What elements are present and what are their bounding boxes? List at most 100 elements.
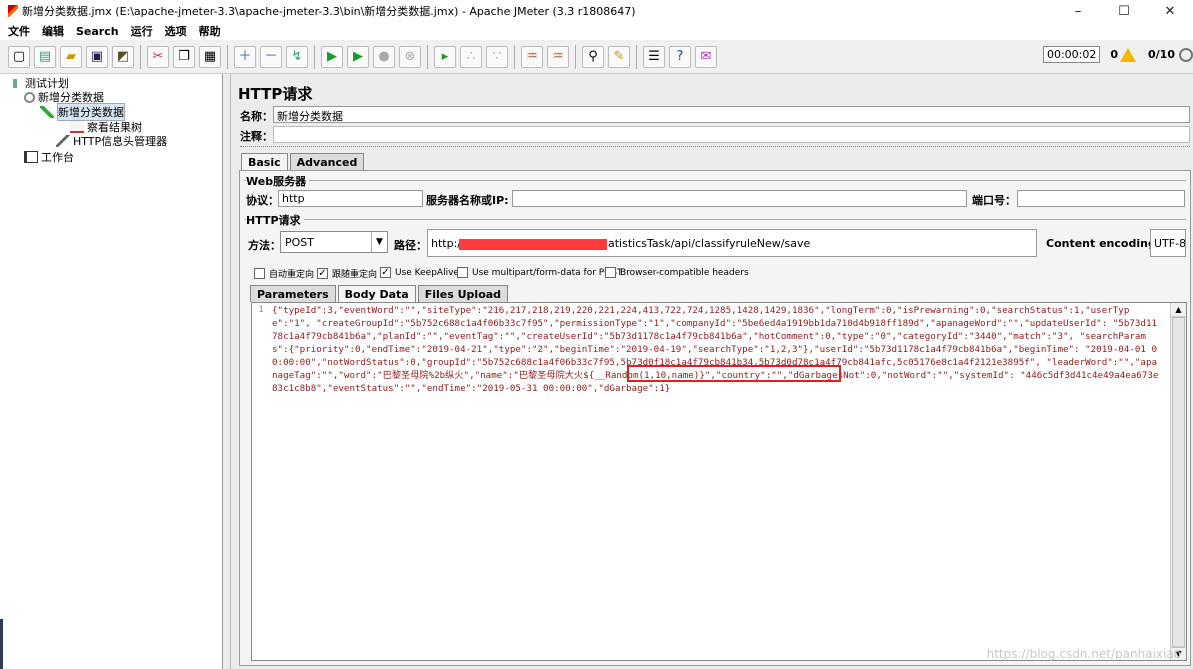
start-no-pause-icon[interactable]: ▶ bbox=[347, 45, 369, 68]
tree-item-thread-group[interactable]: 新增分类数据 bbox=[24, 90, 104, 104]
start-icon[interactable]: ▶ bbox=[321, 45, 343, 68]
path-label: 路径： bbox=[394, 239, 427, 252]
gear-icon bbox=[24, 91, 35, 103]
comment-label: 注释： bbox=[240, 130, 273, 143]
cut-icon[interactable]: ✂ bbox=[147, 45, 169, 68]
body-data-editor[interactable]: 1 {"typeId":3,"eventWord":"","siteType":… bbox=[251, 302, 1187, 661]
http-request-label: HTTP请求 bbox=[246, 212, 304, 228]
path-suffix: atisticsTask/api/classifyruleNew/save bbox=[608, 237, 811, 250]
comment-divider bbox=[240, 146, 1190, 147]
port-field[interactable] bbox=[1017, 190, 1185, 207]
browser-headers-checkbox[interactable]: Browser-compatible headers bbox=[605, 267, 749, 278]
checkmark-icon: ✓ bbox=[380, 267, 391, 278]
flask-icon bbox=[8, 77, 22, 89]
save-as-icon[interactable]: ◩ bbox=[112, 45, 134, 68]
log-viewer-icon[interactable]: ✉ bbox=[695, 45, 717, 68]
collapse-icon[interactable]: － bbox=[260, 45, 282, 68]
method-value: POST bbox=[285, 235, 314, 249]
paste-icon[interactable]: ▦ bbox=[199, 45, 221, 68]
toggle-icon[interactable]: ↯ bbox=[286, 45, 308, 68]
warning-icon[interactable] bbox=[1120, 47, 1137, 62]
menu-search[interactable]: Search bbox=[76, 25, 119, 38]
stop-icon[interactable]: ● bbox=[373, 45, 395, 68]
toolbar-divider bbox=[140, 44, 141, 69]
redaction-bar bbox=[459, 239, 607, 250]
toolbar-divider bbox=[227, 44, 228, 69]
method-select[interactable]: POST ▼ bbox=[280, 231, 388, 253]
tree-item-test-plan[interactable]: 测试计划 bbox=[8, 76, 69, 90]
chart-icon bbox=[70, 121, 84, 133]
name-label: 名称： bbox=[240, 110, 273, 123]
tab-basic[interactable]: Basic bbox=[241, 153, 288, 170]
tab-parameters[interactable]: Parameters bbox=[250, 285, 336, 302]
path-field[interactable]: http://a atisticsTask/api/classifyruleNe… bbox=[427, 229, 1037, 257]
method-label: 方法： bbox=[248, 239, 281, 252]
help-icon[interactable]: ? bbox=[669, 45, 691, 68]
menu-help[interactable]: 帮助 bbox=[199, 23, 221, 39]
save-icon[interactable]: ▣ bbox=[86, 45, 108, 68]
maximize-button[interactable]: ☐ bbox=[1101, 0, 1147, 22]
checkbox-box bbox=[457, 267, 468, 278]
multipart-checkbox[interactable]: Use multipart/form-data for POST bbox=[457, 267, 623, 278]
clear-all-icon[interactable]: ♒ bbox=[547, 45, 569, 68]
open-icon[interactable]: ▰ bbox=[60, 45, 82, 68]
window-title: 新增分类数据.jmx (E:\apache-jmeter-3.3\apache-… bbox=[22, 5, 636, 18]
sampler-editor: HTTP请求 名称： 新增分类数据 注释： Basic Advanced Web… bbox=[231, 74, 1193, 669]
page-title: HTTP请求 bbox=[238, 85, 313, 103]
tree-item-results-tree[interactable]: 察看结果树 bbox=[70, 120, 142, 134]
menu-run[interactable]: 运行 bbox=[131, 23, 153, 39]
tree-item-header-manager[interactable]: HTTP信息头管理器 bbox=[56, 134, 167, 148]
new-icon[interactable]: ▢ bbox=[8, 45, 30, 68]
scroll-up-icon[interactable]: ▲ bbox=[1171, 303, 1186, 317]
toolbar-divider bbox=[575, 44, 576, 69]
menu-file[interactable]: 文件 bbox=[8, 23, 30, 39]
shutdown-icon[interactable]: ⊗ bbox=[399, 45, 421, 68]
workbench-icon bbox=[24, 151, 38, 163]
checkmark-icon: ✓ bbox=[317, 268, 328, 279]
jmeter-feather-icon bbox=[8, 5, 18, 17]
body-tabs: Parameters Body Data Files Upload bbox=[250, 285, 510, 302]
search-icon[interactable]: ⚲ bbox=[582, 45, 604, 68]
remote-start-icon[interactable]: ▸ bbox=[434, 45, 456, 68]
reset-search-icon[interactable]: ✎ bbox=[608, 45, 630, 68]
copy-icon[interactable]: ❐ bbox=[173, 45, 195, 68]
clear-icon[interactable]: ♒ bbox=[521, 45, 543, 68]
function-helper-icon[interactable]: ☰ bbox=[643, 45, 665, 68]
window-titlebar: 新增分类数据.jmx (E:\apache-jmeter-3.3\apache-… bbox=[0, 0, 1193, 22]
elapsed-timer: 00:00:02 bbox=[1042, 46, 1101, 63]
tree-item-http-sampler[interactable]: 新增分类数据 bbox=[40, 103, 125, 121]
follow-redirect-checkbox[interactable]: ✓ 跟随重定向 bbox=[317, 267, 377, 280]
close-button[interactable]: ✕ bbox=[1147, 0, 1193, 22]
tree-item-workbench[interactable]: 工作台 bbox=[24, 150, 74, 164]
toolbar-divider bbox=[427, 44, 428, 69]
expand-icon[interactable]: ＋ bbox=[234, 45, 256, 68]
run-status: 00:00:02 0 0/10 bbox=[1042, 46, 1193, 63]
keepalive-checkbox[interactable]: ✓ Use KeepAlive bbox=[380, 267, 459, 278]
tab-body-data[interactable]: Body Data bbox=[337, 285, 416, 302]
protocol-field[interactable]: http bbox=[278, 190, 423, 207]
port-label: 端口号： bbox=[972, 194, 1016, 207]
templates-icon[interactable]: ▤ bbox=[34, 45, 56, 68]
name-field[interactable]: 新增分类数据 bbox=[273, 106, 1190, 123]
scroll-thumb[interactable] bbox=[1172, 317, 1185, 648]
protocol-label: 协议： bbox=[246, 194, 279, 207]
auto-redirect-checkbox[interactable]: 自动重定向 bbox=[254, 267, 314, 280]
remote-shutdown-icon[interactable]: ∵ bbox=[486, 45, 508, 68]
left-edge-marker bbox=[0, 619, 3, 669]
menu-options[interactable]: 选项 bbox=[165, 23, 187, 39]
comment-field[interactable] bbox=[273, 126, 1190, 143]
http-request-group bbox=[244, 219, 1186, 220]
tab-files-upload[interactable]: Files Upload bbox=[417, 285, 509, 302]
encoding-field[interactable]: UTF-8 bbox=[1150, 229, 1186, 257]
remote-stop-icon[interactable]: ∴ bbox=[460, 45, 482, 68]
server-field[interactable] bbox=[512, 190, 967, 207]
editor-scrollbar[interactable]: ▲ ▼ bbox=[1170, 303, 1186, 660]
test-plan-tree: 测试计划 新增分类数据 新增分类数据 察看结果树 HTTP信息头管理器 工作台 bbox=[0, 74, 223, 669]
warning-count: 0 bbox=[1110, 48, 1119, 61]
server-label: 服务器名称或IP: bbox=[426, 194, 509, 207]
minimize-button[interactable]: – bbox=[1055, 0, 1101, 22]
tab-advanced[interactable]: Advanced bbox=[289, 153, 365, 170]
pane-splitter[interactable] bbox=[223, 74, 231, 669]
menu-edit[interactable]: 编辑 bbox=[42, 23, 64, 39]
menu-bar: 文件 编辑 Search 运行 选项 帮助 bbox=[0, 22, 1193, 40]
